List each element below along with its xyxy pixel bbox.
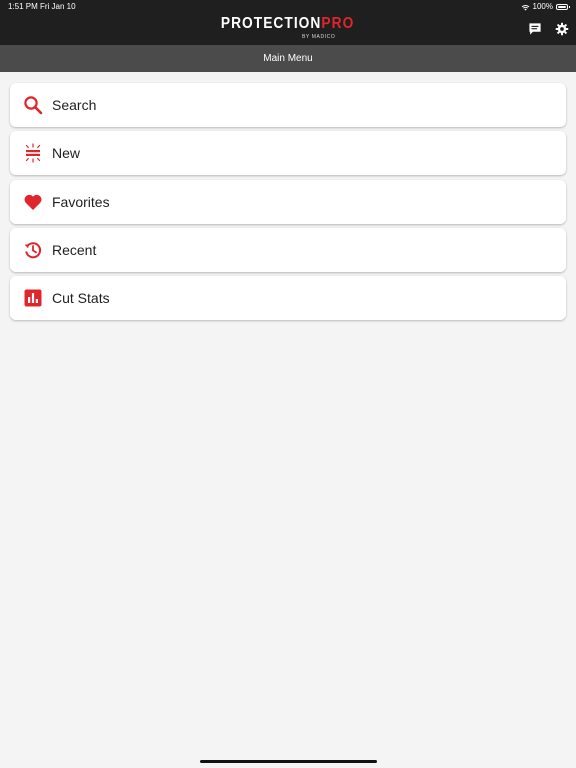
wifi-icon: [521, 4, 529, 10]
brand-subtitle: BY MADICO: [302, 34, 336, 40]
history-icon: [24, 242, 42, 259]
bar-chart-icon: [24, 289, 42, 307]
brand-logo: PROTECTIONPRO: [0, 15, 576, 43]
status-right: 100%: [521, 1, 570, 13]
battery-icon: [556, 4, 570, 10]
search-icon: [24, 96, 43, 115]
menu-item-search[interactable]: Search: [10, 83, 566, 127]
menu-item-label: New: [52, 145, 81, 161]
heart-icon: [24, 194, 42, 210]
brand-title: PROTECTIONPRO: [221, 15, 354, 33]
brand-primary: PROTECTION: [221, 15, 322, 32]
menu-item-new[interactable]: New: [10, 131, 566, 175]
settings-icon[interactable]: [555, 22, 569, 36]
menu-item-label: Favorites: [52, 194, 110, 210]
top-bar: 1:51 PM Fri Jan 10 100% PROTECTIONPRO BY…: [0, 0, 576, 45]
home-indicator[interactable]: [200, 760, 377, 763]
new-icon: [25, 143, 41, 163]
brand-accent: PRO: [321, 15, 355, 32]
battery-percent: 100%: [532, 2, 553, 11]
menu-item-label: Search: [52, 97, 97, 113]
menu-item-label: Cut Stats: [52, 290, 110, 306]
menu-item-recent[interactable]: Recent: [10, 228, 566, 272]
menu-item-label: Recent: [52, 242, 97, 258]
menu-item-favorites[interactable]: Favorites: [10, 180, 566, 224]
message-icon[interactable]: [528, 22, 542, 36]
status-date: Fri Jan 10: [40, 2, 76, 11]
page-title: Main Menu: [0, 45, 576, 72]
menu-item-cut-stats[interactable]: Cut Stats: [10, 276, 566, 320]
status-time: 1:51 PM: [8, 2, 38, 11]
